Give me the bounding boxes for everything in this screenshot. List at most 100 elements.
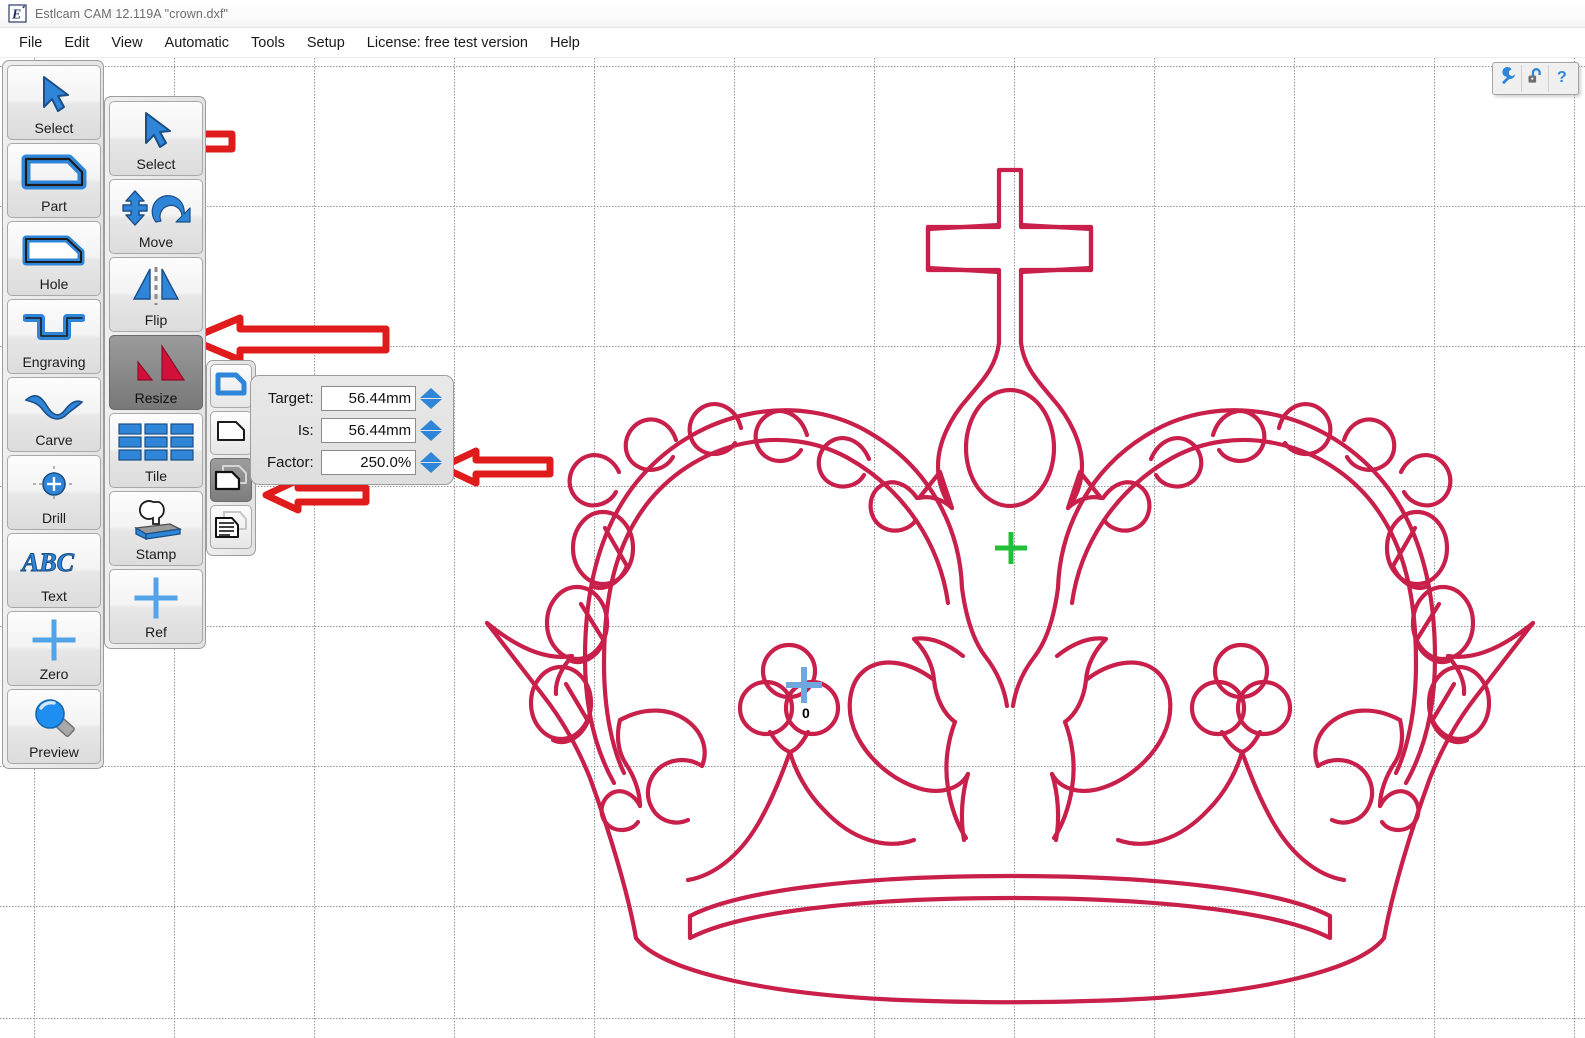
tool-button-zero[interactable]: Zero xyxy=(7,611,101,686)
modify-button-move[interactable]: Move xyxy=(109,179,203,254)
estlcam-e-icon: E xyxy=(8,4,27,23)
stamp-icon xyxy=(110,492,202,547)
zero-cross-icon xyxy=(8,612,100,667)
modify-button-tile[interactable]: Tile xyxy=(109,413,203,488)
tool-label-zero: Zero xyxy=(39,666,69,683)
menu-help[interactable]: Help xyxy=(539,31,591,55)
tool-label-carve: Carve xyxy=(35,432,73,449)
move-rotate-icon xyxy=(110,180,202,235)
resize-triangle-icon xyxy=(110,336,202,391)
mode-button-scale-single-shape[interactable] xyxy=(210,411,252,455)
svg-text:E: E xyxy=(11,8,21,23)
abc-text-icon: ABC xyxy=(8,534,100,589)
mode-button-scale-selected-shape[interactable] xyxy=(210,364,252,408)
menu-view[interactable]: View xyxy=(100,31,153,55)
tool-button-preview[interactable]: Preview xyxy=(7,689,101,764)
part-outline-icon xyxy=(8,144,100,199)
resize-label-target: Target: xyxy=(267,389,314,407)
modify-button-stamp[interactable]: Stamp xyxy=(109,491,203,566)
corner-toolbar: ? xyxy=(1492,62,1579,95)
tool-label-preview: Preview xyxy=(29,744,79,761)
window-title: Estlcam CAM 12.119A "crown.dxf" xyxy=(35,6,229,21)
menu-edit[interactable]: Edit xyxy=(53,31,100,55)
outline-shape-icon xyxy=(215,418,247,449)
tool-button-carve[interactable]: Carve xyxy=(7,377,101,452)
tool-label-select: Select xyxy=(34,120,74,137)
two-shapes-icon xyxy=(214,463,248,498)
menu-tools[interactable]: Tools xyxy=(240,31,296,55)
tool-label-part: Part xyxy=(41,198,67,215)
tool-button-part[interactable]: Part xyxy=(7,143,101,218)
menu-file[interactable]: File xyxy=(8,31,53,55)
svg-text:?: ? xyxy=(1557,69,1567,86)
wrench-icon xyxy=(1499,66,1518,91)
title-bar: E Estlcam CAM 12.119A "crown.dxf" xyxy=(0,0,1585,28)
modify-label-flip: Flip xyxy=(144,312,168,329)
target-spinner[interactable] xyxy=(419,385,443,411)
resize-row-is: Is: 56.44mm xyxy=(259,417,443,443)
question-mark-icon: ? xyxy=(1553,67,1572,91)
resize-row-factor: Factor: 250.0% xyxy=(259,449,443,475)
is-spinner[interactable] xyxy=(419,417,443,443)
help-button[interactable]: ? xyxy=(1549,65,1576,92)
tool-button-engraving[interactable]: Engraving xyxy=(7,299,101,374)
modify-button-select[interactable]: Select xyxy=(109,101,203,176)
tool-label-engraving: Engraving xyxy=(22,354,86,371)
spinner-down-icon[interactable] xyxy=(420,398,443,409)
engraving-icon xyxy=(8,300,100,355)
flip-mirror-icon xyxy=(110,258,202,313)
resize-input-factor[interactable]: 250.0% xyxy=(320,449,417,475)
blue-shape-icon xyxy=(215,371,247,402)
origin-label: 0 xyxy=(802,705,810,721)
hole-outline-icon xyxy=(8,222,100,277)
mode-button-scale-with-text[interactable] xyxy=(210,505,252,549)
tool-label-text: Text xyxy=(41,588,67,605)
primary-toolbar: Select Part Hole Engraving Carve Drill A… xyxy=(2,60,104,769)
padlock-open-icon xyxy=(1526,67,1545,91)
modify-button-flip[interactable]: Flip xyxy=(109,257,203,332)
cursor-arrow-icon xyxy=(8,66,100,121)
tool-button-text[interactable]: ABC Text xyxy=(7,533,101,608)
spinner-down-icon[interactable] xyxy=(420,430,443,441)
resize-row-target: Target: 56.44mm xyxy=(259,385,443,411)
mode-button-scale-all-shapes[interactable] xyxy=(210,458,252,502)
spinner-up-icon[interactable] xyxy=(420,451,443,462)
secondary-toolbar: Select Move Flip Resize Tile Stamp Ref xyxy=(104,96,206,649)
resize-input-is[interactable]: 56.44mm xyxy=(320,417,417,443)
tool-label-hole: Hole xyxy=(39,276,69,293)
menu-bar: File Edit View Automatic Tools Setup Lic… xyxy=(0,28,1585,58)
tool-button-drill[interactable]: Drill xyxy=(7,455,101,530)
resize-label-factor: Factor: xyxy=(266,453,314,471)
modify-button-resize[interactable]: Resize xyxy=(109,335,203,410)
svg-text:ABC: ABC xyxy=(20,548,75,577)
magnifier-icon xyxy=(8,690,100,745)
drill-target-icon xyxy=(8,456,100,511)
tile-grid-icon xyxy=(110,414,202,469)
modify-label-move: Move xyxy=(138,234,174,251)
tool-button-hole[interactable]: Hole xyxy=(7,221,101,296)
modify-label-resize: Resize xyxy=(134,390,178,407)
resize-mode-toolbar xyxy=(206,360,256,556)
spinner-up-icon[interactable] xyxy=(420,419,443,430)
modify-label-stamp: Stamp xyxy=(135,546,177,563)
resize-label-is: Is: xyxy=(297,421,314,439)
cursor-arrow-icon xyxy=(110,102,202,157)
modify-label-ref: Ref xyxy=(145,624,167,641)
tool-label-drill: Drill xyxy=(41,510,67,527)
spinner-down-icon[interactable] xyxy=(420,462,443,473)
tool-button-select[interactable]: Select xyxy=(7,65,101,140)
menu-license[interactable]: License: free test version xyxy=(356,31,539,55)
unlock-button[interactable] xyxy=(1522,65,1549,92)
carve-wave-icon xyxy=(8,378,100,433)
menu-automatic[interactable]: Automatic xyxy=(154,31,240,55)
modify-label-select: Select xyxy=(136,156,176,173)
modify-button-ref[interactable]: Ref xyxy=(109,569,203,644)
factor-spinner[interactable] xyxy=(419,449,443,475)
modify-label-tile: Tile xyxy=(144,468,168,485)
menu-setup[interactable]: Setup xyxy=(296,31,356,55)
spinner-up-icon[interactable] xyxy=(420,387,443,398)
ref-cross-icon xyxy=(110,570,202,625)
resize-dialog: Target: 56.44mm Is: 56.44mm Factor: 250.… xyxy=(250,375,454,485)
resize-input-target[interactable]: 56.44mm xyxy=(320,385,417,411)
setup-wrench-button[interactable] xyxy=(1495,65,1522,92)
